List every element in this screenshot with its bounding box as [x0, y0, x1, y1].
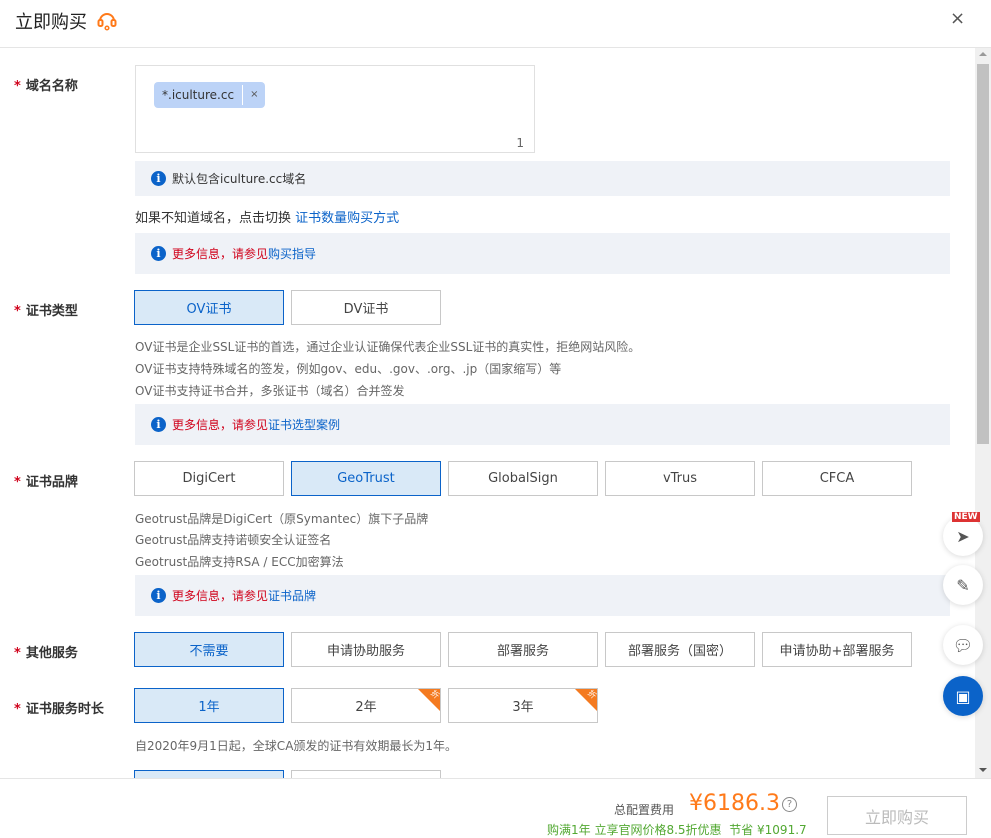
domain-label-text: 域名名称 [25, 79, 78, 94]
domain-more-box: i 更多信息，请参见 购买指导 [135, 233, 950, 274]
more-text: 更多信息，请参见 [172, 247, 269, 261]
option-geotrust[interactable]: GeoTrust [291, 461, 441, 496]
chat-icon: 💬︎ [952, 635, 974, 655]
brand-desc: Geotrust品牌支持RSA / ECC加密算法 [135, 555, 344, 569]
scrollbar-thumb[interactable] [977, 64, 989, 444]
cert-type-more-box: i 更多信息，请参见 证书选型案例 [135, 404, 950, 445]
promo-text: 购满1年 立享官网价格8.5折优惠 [547, 823, 722, 837]
duration-note: 自2020年9月1日起，全球CA颁发的证书有效期最长为1年。 [135, 739, 458, 753]
option-deploy[interactable]: 部署服务 [448, 632, 598, 667]
discount-badge: 折 [575, 689, 597, 711]
info-icon: i [151, 417, 166, 432]
discount-badge-text: 折 [585, 688, 598, 701]
option-apply-assist[interactable]: 申请协助服务 [291, 632, 441, 667]
next-option[interactable] [291, 770, 441, 778]
brand-desc: Geotrust品牌支持诺顿安全认证签名 [135, 533, 332, 547]
apps-button[interactable]: ▣ [943, 676, 983, 716]
domain-info-text: 默认包含iculture.cc域名 [172, 172, 307, 186]
more-text: 更多信息，请参见 [172, 418, 269, 432]
option-deploy-gm[interactable]: 部署服务（国密） [605, 632, 755, 667]
save-label: 节省 [729, 823, 754, 837]
scroll-down-icon[interactable] [979, 768, 987, 772]
headset-icon[interactable] [96, 9, 118, 31]
info-icon: i [151, 246, 166, 261]
service-label: * 其他服务 [14, 646, 78, 661]
domain-input[interactable]: *.iculture.cc × 1 [135, 65, 535, 153]
purchase-guide-link[interactable]: 购买指导 [268, 245, 316, 262]
apps-icon: ▣ [955, 686, 971, 706]
save-value: ¥1091.7 [757, 823, 807, 837]
brand-label: * 证书品牌 [14, 475, 78, 490]
duration-label-text: 证书服务时长 [25, 702, 104, 717]
option-3-year[interactable]: 3年 折 [448, 688, 598, 723]
scrollbar[interactable] [975, 48, 991, 778]
total-price: ¥6186.3 [689, 791, 780, 816]
domain-label: * 域名名称 [14, 79, 78, 94]
option-none[interactable]: 不需要 [134, 632, 284, 667]
option-assist-deploy[interactable]: 申请协助+部署服务 [762, 632, 912, 667]
service-label-text: 其他服务 [25, 646, 78, 661]
cert-type-label: * 证书类型 [14, 304, 78, 319]
discount-badge-text: 折 [428, 688, 441, 701]
dialog-header: 立即购买 × [0, 0, 991, 48]
cert-type-desc: OV证书支持证书合并，多张证书（域名）合并签发 [135, 384, 405, 398]
cert-type-label-text: 证书类型 [25, 304, 78, 319]
duration-label: * 证书服务时长 [14, 702, 104, 717]
brand-label-text: 证书品牌 [25, 475, 78, 490]
option-globalsign[interactable]: GlobalSign [448, 461, 598, 496]
info-icon: i [151, 588, 166, 603]
new-badge: NEW [952, 512, 980, 522]
cert-type-desc: OV证书支持特殊域名的签发，例如gov、edu、.gov、.org、.jp（国家… [135, 362, 562, 376]
more-text: 更多信息，请参见 [172, 589, 269, 603]
scroll-up-icon[interactable] [979, 52, 987, 56]
dingtalk-button[interactable]: ➤ [943, 516, 983, 556]
option-dv[interactable]: DV证书 [291, 290, 441, 325]
option-ov[interactable]: OV证书 [134, 290, 284, 325]
option-2-year[interactable]: 2年 折 [291, 688, 441, 723]
total-label: 总配置费用 [614, 803, 675, 817]
close-icon[interactable]: × [950, 8, 965, 29]
domain-tag: *.iculture.cc × [154, 82, 266, 108]
discount-badge: 折 [418, 689, 440, 711]
option-cfca[interactable]: CFCA [762, 461, 912, 496]
next-option-selected[interactable] [134, 770, 284, 778]
tag-remove-icon[interactable]: × [242, 85, 265, 105]
help-icon[interactable]: ? [782, 797, 797, 812]
domain-info-box: i 默认包含iculture.cc域名 [135, 161, 950, 196]
feedback-button[interactable]: ✎ [943, 565, 983, 605]
cert-case-link[interactable]: 证书选型案例 [268, 416, 340, 433]
domain-count: 1 [516, 136, 524, 150]
buy-button[interactable]: 立即购买 [827, 796, 967, 835]
promo-line: 购满1年 立享官网价格8.5折优惠 节省 ¥1091.7 [547, 821, 807, 838]
option-1-year[interactable]: 1年 [134, 688, 284, 723]
domain-tag-text: *.iculture.cc [162, 88, 235, 102]
brand-more-box: i 更多信息，请参见 证书品牌 [135, 575, 950, 616]
switch-text: 如果不知道域名，点击切换 [135, 211, 296, 226]
switch-link[interactable]: 证书数量购买方式 [295, 211, 399, 226]
brand-link[interactable]: 证书品牌 [268, 587, 316, 604]
chat-button[interactable]: 💬︎ [943, 625, 983, 665]
option-3-year-text: 3年 [512, 700, 534, 715]
option-vtrus[interactable]: vTrus [605, 461, 755, 496]
option-digicert[interactable]: DigiCert [134, 461, 284, 496]
brand-desc: Geotrust品牌是DigiCert（原Symantec）旗下子品牌 [135, 512, 429, 526]
pencil-icon: ✎ [956, 575, 970, 595]
switch-hint: 如果不知道域名，点击切换 证书数量购买方式 [135, 207, 399, 226]
info-icon: i [151, 171, 166, 186]
dialog-title: 立即购买 [15, 12, 87, 33]
dingtalk-icon: ➤ [956, 526, 970, 546]
cert-type-desc: OV证书是企业SSL证书的首选，通过企业认证确保代表企业SSL证书的真实性，拒绝… [135, 340, 641, 354]
footer: 总配置费用 ¥6186.3 ? 购满1年 立享官网价格8.5折优惠 节省 ¥10… [0, 778, 991, 838]
option-2-year-text: 2年 [355, 700, 377, 715]
